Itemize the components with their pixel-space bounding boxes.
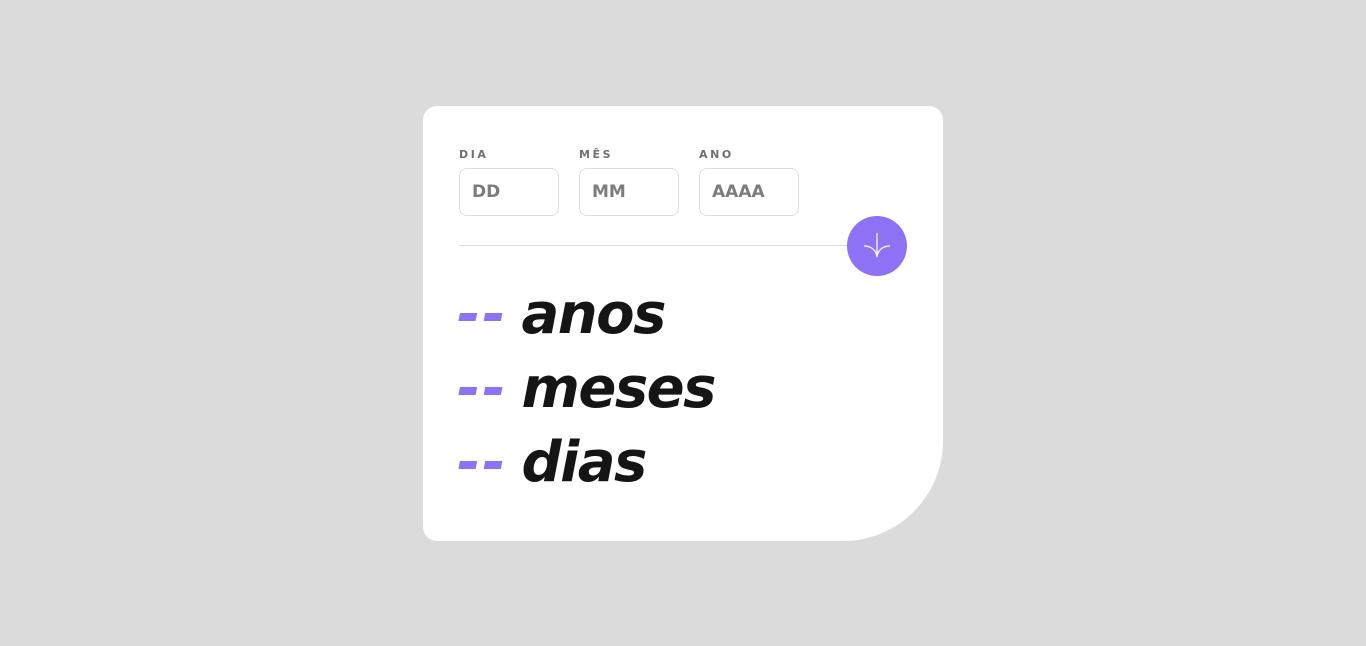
years-value: -- [457, 282, 508, 347]
divider [459, 245, 907, 246]
year-input[interactable] [699, 168, 799, 216]
results: -- anos -- meses -- dias [457, 278, 716, 500]
submit-button[interactable] [847, 216, 907, 276]
result-days: -- dias [457, 426, 715, 500]
month-label: MÊS [579, 148, 614, 161]
day-input[interactable] [459, 168, 559, 216]
months-value: -- [457, 356, 508, 421]
year-label: ANO [699, 148, 734, 161]
result-years: -- anos [457, 278, 715, 352]
result-months: -- meses [457, 352, 716, 426]
month-field-group: MÊS [579, 148, 679, 216]
day-field-group: DIA [459, 148, 559, 216]
days-value: -- [457, 430, 508, 495]
date-fields: DIA MÊS ANO [459, 148, 799, 216]
year-field-group: ANO [699, 148, 799, 216]
days-unit: dias [521, 430, 647, 495]
age-calculator-card: DIA MÊS ANO -- anos -- meses -- dias [423, 106, 943, 541]
months-unit: meses [521, 356, 716, 421]
day-label: DIA [459, 148, 489, 161]
arrow-down-icon [863, 233, 891, 258]
years-unit: anos [521, 282, 666, 347]
month-input[interactable] [579, 168, 679, 216]
